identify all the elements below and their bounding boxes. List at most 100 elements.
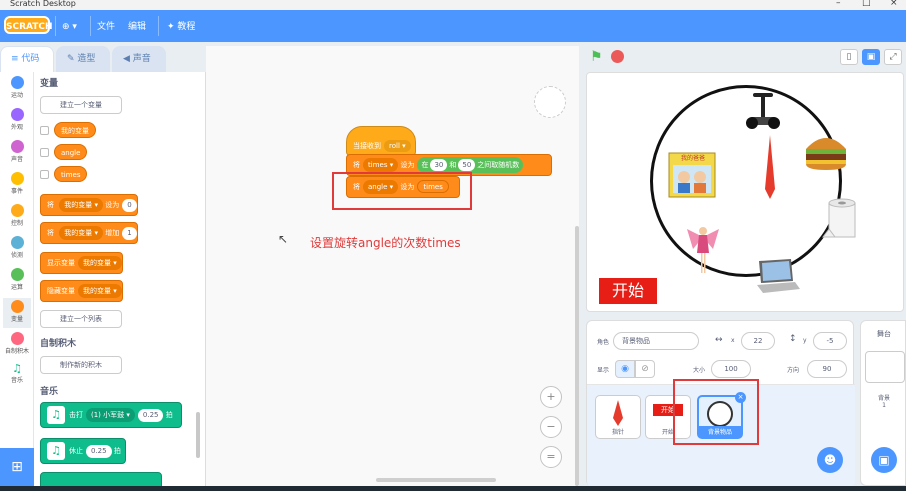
language-menu[interactable]: ⊕ ▾ [62, 19, 77, 35]
brush-icon: ✎ [67, 54, 78, 64]
tab-sounds[interactable]: ◀ 声音 [112, 46, 166, 72]
pointer-sprite-icon [613, 400, 623, 426]
x-input[interactable]: 22 [741, 332, 775, 350]
sprite-name-input[interactable]: 背景物品 [613, 332, 699, 350]
stage-target-pane[interactable]: 舞台 背景 1 ▣ [860, 320, 906, 486]
play-drum-block[interactable]: ♫ 击打 (1) 小军鼓 ▾ 0.25 拍 [40, 402, 182, 428]
operators-dot [10, 268, 24, 281]
variable-dropdown[interactable]: times ▾ [363, 158, 399, 172]
make-list-button[interactable]: 建立一个列表 [40, 310, 122, 328]
stop-button[interactable] [611, 50, 624, 63]
tutorials-menu[interactable]: ✦ 教程 [167, 19, 195, 35]
random-max-input[interactable]: 50 [458, 159, 476, 171]
value-input[interactable]: 0 [122, 199, 137, 212]
beats-input[interactable]: 0.25 [86, 445, 112, 458]
code-workspace[interactable]: 当接收到 roll ▾ 将 times ▾ 设为在 30 和 50 之间取随机数 将 angl… [206, 46, 579, 486]
variable-dropdown[interactable]: 我的变量 ▾ [78, 284, 122, 298]
variable-checkbox[interactable] [40, 148, 49, 157]
set-variable-block[interactable]: 将 我的变量 ▾ 设为 0 [40, 194, 138, 216]
globe-icon: ⊕ ▾ [62, 22, 77, 32]
category-looks[interactable]: 外观 [3, 106, 31, 136]
block-text: 将 [47, 201, 54, 209]
size-input[interactable]: 100 [711, 360, 751, 378]
show-variable-block[interactable]: 显示变量 我的变量 ▾ [40, 252, 123, 274]
start-button[interactable]: 开始 [599, 278, 657, 304]
maximize-button[interactable]: □ [862, 0, 871, 8]
make-block-button[interactable]: 制作新的积木 [40, 356, 122, 374]
variable-checkbox[interactable] [40, 170, 49, 179]
file-menu[interactable]: 文件 [97, 19, 115, 35]
rest-block[interactable]: ♫ 休止 0.25 拍 [40, 438, 126, 464]
category-label: 侦测 [10, 252, 23, 259]
category-music[interactable]: ♫ 音乐 [3, 362, 31, 392]
category-variables[interactable]: 变量 [3, 298, 31, 328]
sprite-thumb-pointer[interactable]: 指针 [595, 395, 641, 439]
variable-dropdown[interactable]: 我的变量 ▾ [78, 256, 122, 270]
beats-input[interactable]: 0.25 [137, 409, 164, 422]
category-events[interactable]: 事件 [3, 170, 31, 200]
block-text: 设为 [105, 201, 120, 209]
sound-dot [10, 140, 24, 153]
y-input[interactable]: -5 [813, 332, 847, 350]
add-backdrop-button[interactable]: ▣ [871, 447, 897, 473]
when-receive-hat-block[interactable]: 当接收到 roll ▾ [346, 126, 416, 156]
zoom-out-button[interactable]: − [540, 416, 562, 438]
minimize-button[interactable]: – [836, 0, 841, 8]
add-extension-button[interactable]: ⊞ [0, 448, 34, 486]
hide-sprite-button[interactable]: ⊘ [635, 360, 655, 378]
zoom-reset-button[interactable]: = [540, 446, 562, 468]
sprite-pane: 角色 背景物品 ↔ x 22 ↕ y -5 显示 ◉ ⊘ 大小 100 方向 9… [586, 320, 855, 487]
workspace-hscrollbar[interactable] [376, 478, 496, 482]
add-sprite-button[interactable]: ☻ [817, 447, 843, 473]
scratch-logo[interactable]: SCRATCH [4, 16, 53, 34]
window-title: Scratch Desktop [10, 0, 76, 8]
category-myblocks[interactable]: 自制积木 [3, 330, 31, 360]
category-sensing[interactable]: 侦测 [3, 234, 31, 264]
edit-menu[interactable]: 编辑 [128, 19, 146, 35]
stage-canvas[interactable]: 我的爸爸 开始 [586, 72, 904, 312]
message-dropdown[interactable]: roll ▾ [384, 140, 411, 152]
cat-icon: ☻ [823, 453, 837, 467]
normal-stage-button[interactable]: ▣ [862, 49, 880, 65]
menu-bar: SCRATCH ⊕ ▾ 文件 编辑 ✦ 教程 [0, 10, 906, 42]
sensing-dot [10, 236, 24, 249]
dropdown-value: (1) 小军鼓 [91, 411, 125, 419]
window-titlebar: Scratch Desktop – □ × [0, 0, 906, 10]
variable-dropdown[interactable]: 我的变量 ▾ [59, 198, 103, 212]
zoom-in-button[interactable]: + [540, 386, 562, 408]
variable-reporter[interactable]: times [54, 166, 88, 182]
variable-reporter[interactable]: angle [54, 144, 88, 160]
make-variable-button[interactable]: 建立一个变量 [40, 96, 122, 114]
fullscreen-button[interactable]: ⤢ [884, 49, 902, 65]
category-control[interactable]: 控制 [3, 202, 31, 232]
show-visible-button[interactable]: ◉ [615, 360, 635, 378]
block-text: 拍 [165, 411, 173, 419]
drum-dropdown[interactable]: (1) 小军鼓 ▾ [86, 408, 135, 422]
green-flag-icon[interactable]: ⚑ [590, 50, 604, 64]
backdrop-count: 1 [882, 402, 886, 409]
highlight-box [673, 379, 759, 445]
variable-reporter[interactable]: 我的变量 [54, 122, 96, 138]
direction-input[interactable]: 90 [807, 360, 847, 378]
category-motion[interactable]: 运动 [3, 74, 31, 104]
random-min-input[interactable]: 30 [430, 159, 448, 171]
palette-scrollbar[interactable] [196, 412, 200, 458]
variable-dropdown[interactable]: 我的变量 ▾ [59, 226, 103, 240]
backdrop-thumbnail[interactable] [865, 351, 905, 383]
hide-variable-block[interactable]: 隐藏变量 我的变量 ▾ [40, 280, 123, 302]
close-button[interactable]: × [890, 0, 898, 8]
category-sound[interactable]: 声音 [3, 138, 31, 168]
change-variable-block[interactable]: 将 我的变量 ▾ 增加 1 [40, 222, 138, 244]
category-operators[interactable]: 运算 [3, 266, 31, 296]
tab-costumes[interactable]: ✎ 造型 [56, 46, 110, 72]
category-label: 变量 [10, 316, 23, 323]
tab-code[interactable]: ≡ 代码 [0, 46, 54, 72]
annotation-text: 设置旋转angle的次数times [310, 236, 461, 250]
value-input[interactable]: 1 [122, 227, 137, 240]
random-operator[interactable]: 在 30 和 50 之间取随机数 [417, 157, 524, 173]
variable-checkbox[interactable] [40, 126, 49, 135]
workspace-vscrollbar[interactable] [575, 226, 579, 486]
music-block-partial[interactable] [40, 472, 162, 486]
speaker-icon: ◀ [123, 54, 133, 64]
small-stage-button[interactable]: ▯ [840, 49, 858, 65]
